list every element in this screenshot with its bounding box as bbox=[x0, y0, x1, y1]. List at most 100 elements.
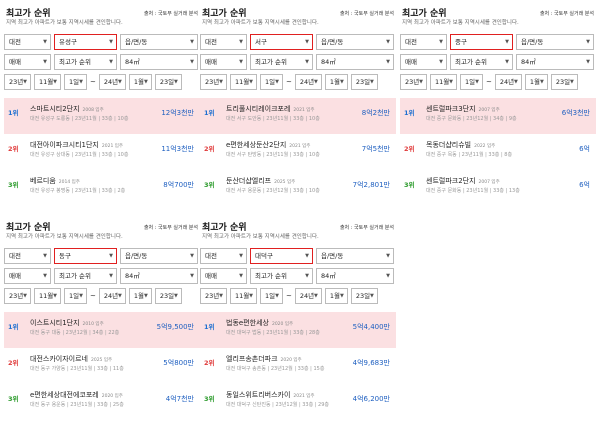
area-select[interactable]: 84㎡ ▼ bbox=[120, 54, 198, 70]
district-select[interactable]: 대덕구 ▼ bbox=[250, 248, 313, 264]
source-label: 출처 : 국토부 실거래 분석 bbox=[143, 11, 198, 17]
start-month-select[interactable]: 11월 ▼ bbox=[34, 74, 61, 90]
ranking-item[interactable]: 1위 법동e편한세상 2020 입주 대전 대덕구 법동 | 23년11월 | 33층… bbox=[200, 312, 396, 348]
start-year-select[interactable]: 23년 ▼ bbox=[200, 74, 227, 90]
end-month-select[interactable]: 1월 ▼ bbox=[324, 74, 348, 90]
end-year-select[interactable]: 24년 ▼ bbox=[294, 288, 322, 304]
price-label: 8억700만 bbox=[163, 181, 194, 189]
ranking-item[interactable]: 2위 대전아이파크시티1단지 2021 입주 대전 유성구 상대동 | 23년11월 … bbox=[4, 134, 200, 170]
start-year-select[interactable]: 23년 ▼ bbox=[400, 74, 427, 90]
end-month-select[interactable]: 1월 ▼ bbox=[524, 74, 548, 90]
district-select[interactable]: 동구 ▼ bbox=[54, 248, 117, 264]
district-select[interactable]: 중구 ▼ bbox=[450, 34, 513, 50]
apartment-name-text: e편한세상대전에코포레 bbox=[30, 391, 99, 399]
dong-select[interactable]: 읍/면/동 ▼ bbox=[120, 34, 198, 50]
sort-select[interactable]: 최고가 순위 ▼ bbox=[250, 268, 313, 284]
dong-select[interactable]: 읍/면/동 ▼ bbox=[120, 248, 198, 264]
end-month-select[interactable]: 1월 ▼ bbox=[128, 74, 152, 90]
end-day-select[interactable]: 23일 ▼ bbox=[350, 74, 378, 90]
date-filter-row: 23년 ▼ 11월 ▼ 1일 ▼ ~24년 ▼ 1월 ▼ 23일 ▼ bbox=[200, 74, 396, 90]
ranking-item[interactable]: 3위 동일스위트리버스카이 2021 입주 대전 대덕구 신탄진동 | 23년12월 … bbox=[200, 384, 396, 420]
move-in-year: 2025 입주 bbox=[90, 358, 113, 363]
end-day-select[interactable]: 23일 ▼ bbox=[154, 288, 182, 304]
start-month-select[interactable]: 11월 ▼ bbox=[34, 288, 61, 304]
ranking-item[interactable]: 2위 e편한세상둔산2단지 2021 입주 대전 서구 탄방동 | 23년11월 | … bbox=[200, 134, 396, 170]
sort-select[interactable]: 최고가 순위 ▼ bbox=[450, 54, 513, 70]
chevron-down-icon: ▼ bbox=[79, 293, 83, 299]
end-month-select[interactable]: 1월 ▼ bbox=[128, 288, 152, 304]
start-day-select[interactable]: 1일 ▼ bbox=[64, 74, 87, 90]
sort-select[interactable]: 최고가 순위 ▼ bbox=[250, 54, 313, 70]
chevron-down-icon: ▼ bbox=[314, 293, 318, 299]
trade-type-select[interactable]: 매매 ▼ bbox=[200, 268, 247, 284]
region-filter-row: 대전 ▼ 동구 ▼ 읍/면/동 ▼ bbox=[4, 248, 200, 264]
area-select[interactable]: 84㎡ ▼ bbox=[316, 268, 394, 284]
ranking-item[interactable]: 1위 센트럴파크3단지 2007 입주 대전 중구 문화동 | 23년12월 | 34… bbox=[400, 98, 596, 134]
ranking-item[interactable]: 3위 e편한세상대전에코포레 2020 입주 대전 동구 용운동 | 23년11월 |… bbox=[4, 384, 200, 420]
district-select[interactable]: 서구 ▼ bbox=[250, 34, 313, 50]
area-select[interactable]: 84㎡ ▼ bbox=[516, 54, 594, 70]
apartment-name: 법동e편한세상 2020 입주 bbox=[226, 318, 293, 328]
price-label: 7억2,801만 bbox=[352, 181, 390, 189]
ranking-item[interactable]: 3위 베르디움 2014 입주 대전 유성구 봉명동 | 23년11월 | 33층 |… bbox=[4, 170, 200, 206]
end-day-select[interactable]: 23일 ▼ bbox=[154, 74, 182, 90]
city-select[interactable]: 대전 ▼ bbox=[4, 248, 51, 264]
ranking-item[interactable]: 1위 이스트시티1단지 2010 입주 대전 동구 대동 | 23년12월 | 34층… bbox=[4, 312, 200, 348]
apartment-meta: 대전 유성구 봉명동 | 23년11월 | 33층 | 2층 bbox=[30, 188, 126, 194]
start-year-select[interactable]: 23년 ▼ bbox=[200, 288, 227, 304]
ranking-item[interactable]: 3위 둔산더샵엘리프 2025 입주 대전 서구 용문동 | 23년12월 | 33층… bbox=[200, 170, 396, 206]
range-separator: ~ bbox=[90, 78, 96, 86]
end-year-select-value: 24년 bbox=[103, 78, 119, 86]
move-in-year: 2022 입주 bbox=[474, 144, 496, 149]
sort-select[interactable]: 최고가 순위 ▼ bbox=[54, 268, 117, 284]
apartment-name: e편한세상대전에코포레 2020 입주 bbox=[30, 390, 123, 400]
start-year-select[interactable]: 23년 ▼ bbox=[4, 74, 31, 90]
chevron-down-icon: ▼ bbox=[190, 59, 194, 65]
area-select-value: 84㎡ bbox=[521, 58, 536, 66]
end-year-select[interactable]: 24년 ▼ bbox=[98, 288, 126, 304]
end-day-select-value: 23일 bbox=[159, 292, 175, 300]
city-select[interactable]: 대전 ▼ bbox=[4, 34, 51, 50]
city-select[interactable]: 대전 ▼ bbox=[400, 34, 447, 50]
start-month-select-value: 11월 bbox=[39, 292, 54, 300]
sort-select[interactable]: 최고가 순위 ▼ bbox=[54, 54, 117, 70]
start-year-select[interactable]: 23년 ▼ bbox=[4, 288, 31, 304]
start-day-select[interactable]: 1일 ▼ bbox=[260, 288, 283, 304]
end-month-select[interactable]: 1월 ▼ bbox=[324, 288, 348, 304]
city-select[interactable]: 대전 ▼ bbox=[200, 34, 247, 50]
start-day-select[interactable]: 1일 ▼ bbox=[64, 288, 87, 304]
start-day-select[interactable]: 1일 ▼ bbox=[460, 74, 483, 90]
end-day-select[interactable]: 23일 ▼ bbox=[350, 288, 378, 304]
start-month-select[interactable]: 11월 ▼ bbox=[230, 74, 257, 90]
area-select-value: 84㎡ bbox=[125, 272, 140, 280]
area-select[interactable]: 84㎡ ▼ bbox=[120, 268, 198, 284]
dong-select[interactable]: 읍/면/동 ▼ bbox=[316, 248, 394, 264]
dong-select[interactable]: 읍/면/동 ▼ bbox=[316, 34, 394, 50]
end-day-select[interactable]: 23일 ▼ bbox=[550, 74, 578, 90]
end-year-select[interactable]: 24년 ▼ bbox=[98, 74, 126, 90]
trade-type-select[interactable]: 매매 ▼ bbox=[400, 54, 447, 70]
trade-type-select[interactable]: 매매 ▼ bbox=[200, 54, 247, 70]
start-month-select[interactable]: 11월 ▼ bbox=[430, 74, 457, 90]
area-select[interactable]: 84㎡ ▼ bbox=[316, 54, 394, 70]
apartment-meta: 대전 유성구 상대동 | 23년11월 | 33층 | 10층 bbox=[30, 152, 129, 158]
city-select-value: 대전 bbox=[9, 38, 21, 46]
ranking-item[interactable]: 1위 스마트시티2단지 2008 입주 대전 유성구 도룡동 | 23년11월 | 3… bbox=[4, 98, 200, 134]
start-day-select[interactable]: 1일 ▼ bbox=[260, 74, 283, 90]
chevron-down-icon: ▼ bbox=[144, 79, 148, 85]
dong-select[interactable]: 읍/면/동 ▼ bbox=[516, 34, 594, 50]
district-select[interactable]: 유성구 ▼ bbox=[54, 34, 117, 50]
ranking-item[interactable]: 1위 트리풀시티레이크포레 2021 입주 대전 서구 도안동 | 23년11월 | … bbox=[200, 98, 396, 134]
city-select[interactable]: 대전 ▼ bbox=[200, 248, 247, 264]
trade-type-select[interactable]: 매매 ▼ bbox=[4, 54, 51, 70]
ranking-item[interactable]: 3위 센트럴파크2단지 2007 입주 대전 중구 문화동 | 23년11월 | 33… bbox=[400, 170, 596, 206]
chevron-down-icon: ▼ bbox=[475, 79, 479, 85]
start-month-select[interactable]: 11월 ▼ bbox=[230, 288, 257, 304]
ranking-item[interactable]: 2위 대전스카이자이르네 2025 입주 대전 동구 가양동 | 23년11월 | 3… bbox=[4, 348, 200, 384]
end-year-select[interactable]: 24년 ▼ bbox=[494, 74, 522, 90]
ranking-item[interactable]: 2위 목동더샵리슈빌 2022 입주 대전 중구 목동 | 23년11월 | 33층 … bbox=[400, 134, 596, 170]
price-label: 6억3천만 bbox=[561, 109, 590, 117]
end-year-select[interactable]: 24년 ▼ bbox=[294, 74, 322, 90]
trade-type-select[interactable]: 매매 ▼ bbox=[4, 268, 51, 284]
ranking-item[interactable]: 2위 엘리프송촌더파크 2020 입주 대전 대덕구 송촌동 | 23년12월 | 3… bbox=[200, 348, 396, 384]
